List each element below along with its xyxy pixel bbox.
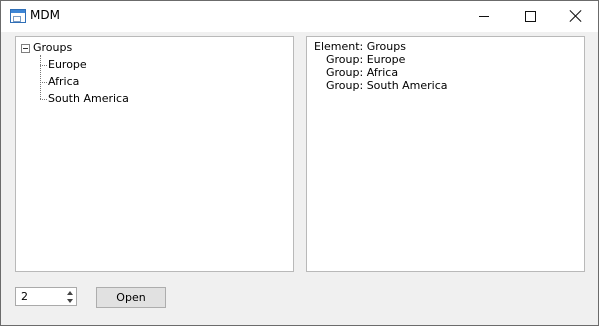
tree-root-label[interactable]: Groups (33, 41, 72, 54)
window-icon (10, 9, 26, 23)
spin-up-icon[interactable] (67, 291, 73, 295)
close-icon (569, 9, 583, 23)
minimize-icon (479, 16, 489, 17)
spin-down-icon[interactable] (67, 299, 73, 303)
info-line: Group: Europe (326, 53, 406, 66)
tree-item-label[interactable]: South America (48, 92, 129, 105)
open-button[interactable]: Open (96, 287, 166, 308)
tree-branch (40, 82, 47, 83)
minimize-button[interactable] (461, 1, 507, 32)
stepper-value[interactable]: 2 (21, 290, 28, 303)
tree-item-label[interactable]: Africa (48, 75, 79, 88)
info-panel[interactable]: Element: Groups Group: Europe Group: Afr… (306, 36, 585, 272)
info-line: Group: South America (326, 79, 448, 92)
info-line: Group: Africa (326, 66, 399, 79)
tree-item-label[interactable]: Europe (48, 58, 87, 71)
tree-branch (40, 65, 47, 66)
tree-branch (40, 99, 47, 100)
maximize-icon (525, 11, 536, 22)
close-button[interactable] (553, 1, 599, 32)
tree-connector (40, 55, 41, 99)
collapse-icon[interactable] (21, 44, 30, 53)
title-bar[interactable]: MDM (1, 1, 598, 32)
window-title: MDM (30, 8, 60, 22)
app-window: MDM Groups Europe Africa South America E… (0, 0, 599, 326)
group-tree[interactable]: Groups Europe Africa South America (15, 36, 294, 272)
info-line: Element: Groups (314, 40, 406, 53)
maximize-button[interactable] (507, 1, 553, 32)
number-stepper[interactable]: 2 (15, 287, 77, 306)
